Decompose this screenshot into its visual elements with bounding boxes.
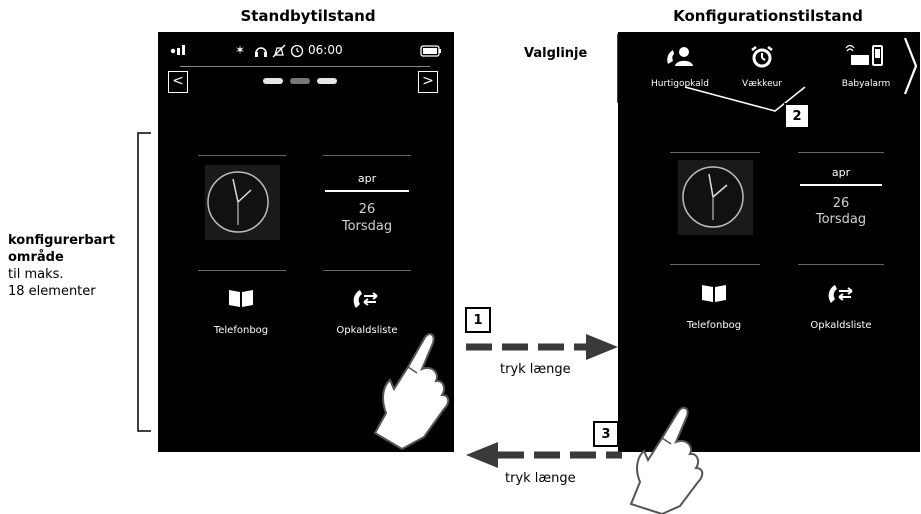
- long-press-arrow-left: [466, 442, 622, 468]
- standby-title: Standbytilstand: [240, 7, 376, 25]
- analog-clock-icon: [207, 171, 269, 233]
- clock-widget[interactable]: [678, 160, 753, 235]
- label-line-1: konfigurerbart: [8, 233, 116, 248]
- date-day: 26: [832, 196, 850, 211]
- step-2-badge: 2: [784, 103, 810, 129]
- widget-separator: [323, 270, 411, 271]
- book-icon[interactable]: [228, 288, 254, 308]
- call-list-icon[interactable]: [350, 286, 380, 310]
- headset-icon: [255, 47, 267, 57]
- book-icon[interactable]: [701, 283, 727, 303]
- baby-monitor-label[interactable]: Babyalarm: [832, 79, 900, 89]
- widget-separator: [323, 155, 411, 156]
- widget-separator: [798, 264, 884, 265]
- prev-page-button[interactable]: <: [168, 71, 188, 93]
- label-line-4: 18 elementer: [8, 284, 96, 299]
- clock-widget[interactable]: [205, 165, 280, 240]
- widget-separator: [798, 152, 884, 153]
- date-month: apr: [831, 166, 851, 179]
- date-day: 26: [358, 202, 376, 217]
- config-title: Konfigurationstilstand: [673, 7, 863, 25]
- date-month: apr: [357, 172, 377, 185]
- date-divider: [325, 190, 409, 192]
- date-weekday: Torsdag: [815, 212, 867, 227]
- long-press-caption-1: tryk længe: [500, 362, 571, 377]
- date-weekday: Torsdag: [341, 219, 393, 234]
- next-selection-chevron[interactable]: [903, 36, 919, 96]
- alarm-clock-icon[interactable]: [750, 45, 774, 69]
- status-separator: [180, 66, 430, 67]
- hand-icon: [373, 333, 450, 450]
- next-page-button[interactable]: >: [418, 71, 438, 93]
- label-line-3: til maks.: [8, 267, 64, 282]
- alarm-icon: [290, 44, 304, 58]
- date-divider: [800, 184, 882, 186]
- widget-separator: [670, 264, 760, 265]
- label-line-2: område: [8, 250, 64, 265]
- phonebook-label[interactable]: Telefonbog: [668, 320, 760, 331]
- bluetooth-icon: ✶: [235, 43, 246, 57]
- call-list-label[interactable]: Opkaldsliste: [792, 320, 890, 331]
- widget-separator: [198, 155, 286, 156]
- status-time: 06:00: [308, 43, 343, 57]
- page-indicator: [263, 78, 337, 84]
- battery-icon: [420, 45, 441, 57]
- widget-separator: [670, 152, 760, 153]
- analog-clock-icon: [682, 166, 744, 228]
- configurable-area-label: konfigurerbart område til maks. 18 eleme…: [8, 232, 138, 300]
- phonebook-label[interactable]: Telefonbog: [195, 325, 287, 336]
- quick-dial-icon[interactable]: [665, 44, 697, 68]
- signal-icon: [170, 45, 185, 55]
- selection-line-bracket: [617, 34, 636, 103]
- selection-line-label: Valglinje: [524, 46, 588, 61]
- long-press-caption-2: tryk længe: [505, 471, 576, 486]
- hand-icon: [629, 406, 704, 514]
- area-bracket: [137, 132, 151, 432]
- baby-monitor-icon[interactable]: [845, 43, 885, 69]
- mute-icon: [272, 44, 286, 58]
- widget-separator: [198, 270, 286, 271]
- call-list-icon[interactable]: [825, 281, 855, 305]
